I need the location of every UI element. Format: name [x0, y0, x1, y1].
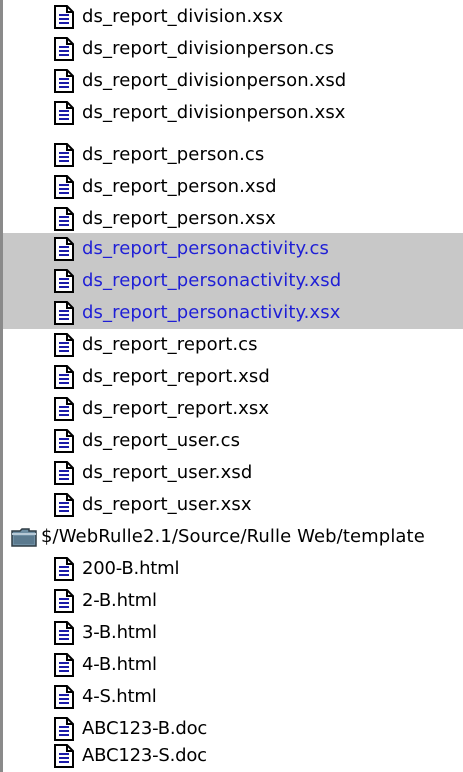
tree-item-folder[interactable]: $/WebRulle2.1/Source/Rulle Web/template [3, 521, 463, 553]
folder-icon [11, 528, 37, 547]
document-icon [54, 621, 74, 645]
tree-item-file[interactable]: 200-B.html [3, 553, 463, 585]
document-icon [54, 685, 74, 709]
tree-item-file[interactable]: ds_report_person.xsx [3, 203, 463, 235]
tree-item-file[interactable]: ds_report_user.xsd [3, 457, 463, 489]
document-icon [54, 493, 74, 517]
tree-item-label: 200-B.html [82, 558, 180, 579]
document-icon [54, 589, 74, 613]
tree-item-label: ds_report_user.cs [82, 430, 241, 451]
document-icon [54, 365, 74, 389]
tree-item-label: 3-B.html [82, 622, 157, 643]
tree-item-file[interactable]: ds_report_user.xsx [3, 489, 463, 521]
tree-item-file-selected[interactable]: ds_report_personactivity.cs [3, 233, 463, 265]
document-icon [54, 461, 74, 485]
document-icon [54, 237, 74, 261]
tree-item-label: ds_report_personactivity.cs [82, 238, 329, 259]
tree-item-label: ds_report_division.xsx [82, 6, 284, 27]
tree-item-file[interactable]: ds_report_divisionperson.cs [3, 33, 463, 65]
tree-item-file[interactable]: ds_report_report.cs [3, 329, 463, 361]
tree-item-file-selected[interactable]: ds_report_personactivity.xsx [3, 297, 463, 329]
tree-item-label: ABC123-S.doc [82, 745, 207, 766]
tree-item-label: $/WebRulle2.1/Source/Rulle Web/template [41, 526, 425, 547]
document-icon [54, 175, 74, 199]
tree-item-file[interactable]: 3-B.html [3, 617, 463, 649]
tree-item-file[interactable]: ds_report_report.xsd [3, 361, 463, 393]
document-icon [54, 143, 74, 167]
tree-item-file[interactable]: ds_report_report.xsx [3, 393, 463, 425]
tree-item-label: ds_report_report.xsd [82, 366, 270, 387]
document-icon [54, 5, 74, 29]
tree-item-file[interactable]: ds_report_user.cs [3, 425, 463, 457]
tree-item-file[interactable]: 4-S.html [3, 681, 463, 713]
document-icon [54, 69, 74, 93]
document-icon [54, 397, 74, 421]
tree-item-label: ds_report_divisionperson.xsx [82, 102, 346, 123]
document-icon [54, 207, 74, 231]
tree-item-label: ds_report_report.xsx [82, 398, 270, 419]
tree-item-label: ds_report_divisionperson.cs [82, 38, 335, 59]
document-icon [54, 269, 74, 293]
tree-item-label: ds_report_divisionperson.xsd [82, 70, 347, 91]
document-icon [54, 557, 74, 581]
tree-item-file[interactable]: 4-B.html [3, 649, 463, 681]
tree-item-label: 2-B.html [82, 590, 157, 611]
tree-item-label: 4-B.html [82, 654, 157, 675]
tree-item-label: ds_report_person.xsd [82, 176, 277, 197]
tree-item-file[interactable]: ds_report_division.xsx [3, 1, 463, 33]
tree-item-file[interactable]: ds_report_person.cs [3, 139, 463, 171]
document-icon [54, 333, 74, 357]
tree-item-file-selected[interactable]: ds_report_personactivity.xsd [3, 265, 463, 297]
tree-item-label: ds_report_personactivity.xsd [82, 270, 342, 291]
document-icon [54, 744, 74, 768]
document-icon [54, 653, 74, 677]
tree-item-label: ds_report_personactivity.xsx [82, 302, 341, 323]
tree-item-file[interactable]: ds_report_person.xsd [3, 171, 463, 203]
tree-item-label: ds_report_user.xsd [82, 462, 253, 483]
tree-item-file[interactable]: ABC123-S.doc [3, 740, 463, 772]
document-icon [54, 37, 74, 61]
tree-item-file[interactable]: ds_report_divisionperson.xsx [3, 97, 463, 129]
document-icon [54, 101, 74, 125]
tree-item-label: 4-S.html [82, 686, 157, 707]
tree-item-file[interactable]: 2-B.html [3, 585, 463, 617]
document-icon [54, 717, 74, 741]
tree-item-label: ds_report_person.xsx [82, 208, 276, 229]
tree-item-label: ds_report_user.xsx [82, 494, 252, 515]
tree-item-label: ds_report_report.cs [82, 334, 258, 355]
tree-item-file[interactable]: ds_report_divisionperson.xsd [3, 65, 463, 97]
document-icon [54, 301, 74, 325]
tree-item-label: ds_report_person.cs [82, 144, 265, 165]
document-icon [54, 429, 74, 453]
